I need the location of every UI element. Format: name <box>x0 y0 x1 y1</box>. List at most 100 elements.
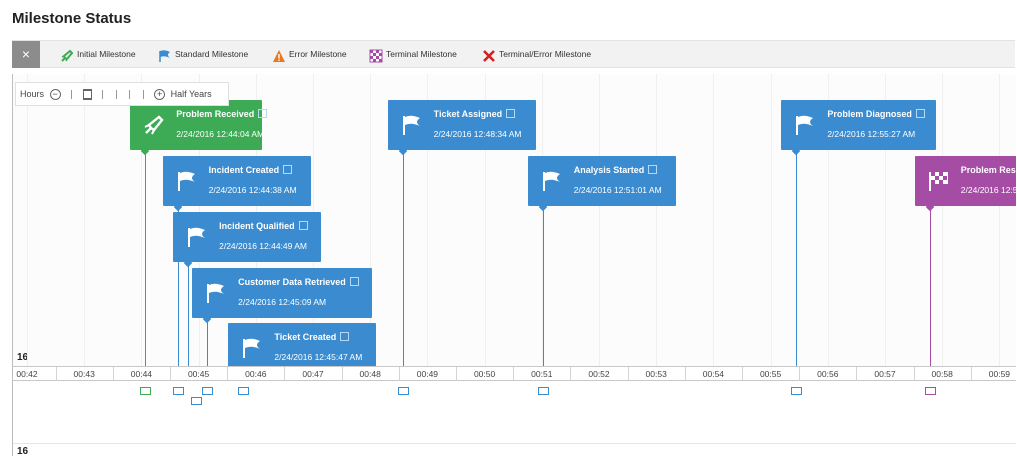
flag-icon <box>540 169 564 193</box>
milestone-date: 2/24/2016 12:44:38 AM <box>208 185 297 195</box>
flag-icon <box>204 281 228 305</box>
milestone-card[interactable]: Problem Resolved 2/24/2016 12:57:47 AM <box>914 156 1016 212</box>
zoom-max-label: Half Years <box>170 89 212 99</box>
legend-item-terminal-error: Terminal/Error Milestone <box>482 41 591 68</box>
milestone-name: Incident Created <box>208 165 280 175</box>
overview-marker[interactable] <box>537 387 549 395</box>
checkered-flag-icon <box>927 169 951 193</box>
edit-icon[interactable] <box>506 109 516 119</box>
milestone-name: Problem Diagnosed <box>827 109 912 119</box>
axis-tick-label: 00:42 <box>16 369 38 379</box>
milestone-date: 2/24/2016 12:44:04 AM <box>176 129 265 139</box>
edit-icon[interactable] <box>283 165 293 175</box>
overview-panel[interactable]: 16 <box>13 382 1016 456</box>
milestone-date: 2/24/2016 12:55:27 AM <box>827 129 916 139</box>
timeline-frame: Hours − + Half Years 16 Problem Received… <box>12 74 1016 456</box>
edit-icon[interactable] <box>298 221 308 231</box>
milestone-stem <box>929 206 931 367</box>
milestone-name: Analysis Started <box>573 165 645 175</box>
zoom-in-icon[interactable]: + <box>154 89 166 101</box>
milestone-card[interactable]: Ticket Created 2/24/2016 12:45:47 AM <box>228 323 377 369</box>
axis-tick-label: 00:46 <box>245 369 267 379</box>
axis-tick-label: 00:48 <box>359 369 381 379</box>
terminal-error-milestone-icon <box>482 47 496 62</box>
legend-label: Initial Milestone <box>77 49 136 59</box>
overview-marker[interactable] <box>397 387 409 395</box>
milestone-card[interactable]: Incident Created 2/24/2016 12:44:38 AM <box>162 156 311 212</box>
flag-icon <box>400 113 424 137</box>
axis-tick-label: 00:56 <box>817 369 839 379</box>
milestone-date: 2/24/2016 12:51:01 AM <box>573 185 662 195</box>
flag-icon <box>240 336 264 360</box>
milestone-card[interactable]: Customer Data Retrieved 2/24/2016 12:45:0… <box>192 268 373 324</box>
edit-icon[interactable] <box>915 109 925 119</box>
rocket-icon <box>142 113 166 137</box>
edit-icon[interactable] <box>648 165 658 175</box>
page-title: Milestone Status <box>12 10 132 27</box>
milestone-stem <box>402 150 404 367</box>
milestone-date: 2/24/2016 12:45:09 AM <box>238 297 327 307</box>
milestone-card[interactable]: Incident Qualified 2/24/2016 12:44:49 AM <box>173 212 322 268</box>
milestone-card[interactable]: Problem Received 2/24/2016 12:44:04 AM <box>130 100 268 156</box>
axis-tick-label: 00:57 <box>874 369 896 379</box>
milestone-date: 2/24/2016 12:57:47 AM <box>960 185 1016 195</box>
legend-item-error: Error Milestone <box>272 41 347 68</box>
edit-icon[interactable] <box>258 109 268 119</box>
overview-marker[interactable] <box>172 387 184 395</box>
milestone-name: Customer Data Retrieved <box>238 277 346 287</box>
flag-icon <box>175 169 199 193</box>
legend-label: Standard Milestone <box>175 49 249 59</box>
axis-tick-label: 00:51 <box>531 369 553 379</box>
milestone-stem <box>796 150 798 367</box>
milestone-stem <box>188 262 190 367</box>
milestone-card[interactable]: Problem Diagnosed 2/24/2016 12:55:27 AM <box>781 100 937 156</box>
legend-item-standard: Standard Milestone <box>158 41 248 68</box>
standard-milestone-icon <box>158 47 172 62</box>
milestone-stem <box>542 206 544 367</box>
axis-tick-label: 00:53 <box>645 369 667 379</box>
initial-milestone-icon <box>60 47 74 62</box>
zoom-slider-handle[interactable] <box>82 89 92 101</box>
axis-tick-label: 00:49 <box>416 369 439 379</box>
overview-marker[interactable] <box>924 387 936 395</box>
legend-item-initial: Initial Milestone <box>60 41 136 68</box>
overview-marker[interactable] <box>140 387 152 395</box>
milestone-name: Ticket Assigned <box>433 109 503 119</box>
milestone-name: Incident Qualified <box>219 221 295 231</box>
time-axis: 00:42 00:43 00:44 00:45 00:46 00:47 00:48 00:49… <box>13 366 1016 381</box>
milestone-date: 2/24/2016 12:48:34 AM <box>433 129 522 139</box>
terminal-milestone-icon <box>369 47 383 63</box>
axis-tick-label: 00:55 <box>759 369 782 379</box>
overview-marker[interactable] <box>238 387 250 395</box>
milestone-card[interactable]: Analysis Started 2/24/2016 12:51:01 AM <box>527 156 676 212</box>
zoom-min-label: Hours <box>20 89 45 99</box>
overview-marker[interactable] <box>191 397 203 405</box>
edit-icon[interactable] <box>340 332 350 342</box>
axis-tick-label: 00:45 <box>187 369 210 379</box>
overview-marker[interactable] <box>202 387 214 395</box>
legend-item-terminal: Terminal Milestone <box>369 41 457 68</box>
flag-icon <box>793 113 817 137</box>
axis-tick-label: 00:47 <box>302 369 324 379</box>
axis-tick-label: 00:52 <box>588 369 610 379</box>
legend-label: Terminal Milestone <box>386 49 457 59</box>
milestone-stem <box>145 150 147 367</box>
overview-marker[interactable] <box>791 387 803 395</box>
milestone-card[interactable]: Ticket Assigned 2/24/2016 12:48:34 AM <box>387 100 536 156</box>
legend-label: Terminal/Error Milestone <box>499 49 592 59</box>
axis-tick-label: 00:50 <box>473 369 496 379</box>
timeline-chart[interactable]: Hours − + Half Years 16 Problem Received… <box>13 74 1016 369</box>
axis-tick-label: 00:59 <box>988 369 1011 379</box>
error-milestone-icon <box>272 47 286 62</box>
overview-lane-label: 16 <box>17 446 29 456</box>
axis-tick-label: 00:43 <box>73 369 95 379</box>
edit-icon[interactable] <box>349 277 359 287</box>
close-button[interactable]: × <box>12 41 40 68</box>
axis-tick-label: 00:54 <box>702 369 725 379</box>
zoom-control: Hours − + Half Years <box>15 82 229 106</box>
axis-tick-label: 00:44 <box>130 369 153 379</box>
legend-label: Error Milestone <box>289 49 347 59</box>
zoom-out-icon[interactable]: − <box>49 89 61 101</box>
legend-bar: × Initial Milestone Standard Milestone E… <box>12 40 1015 68</box>
axis-tick-label: 00:58 <box>931 369 953 379</box>
